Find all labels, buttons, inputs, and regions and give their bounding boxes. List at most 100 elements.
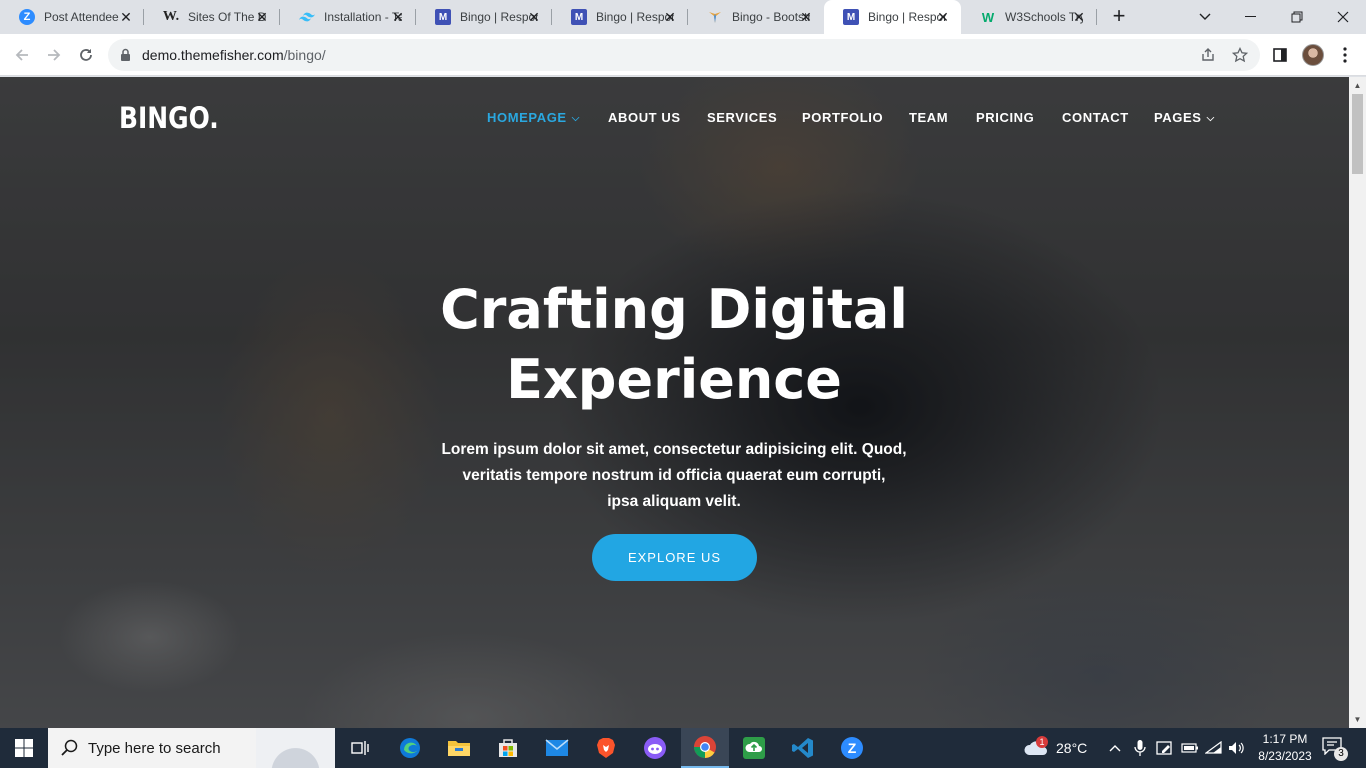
mail-icon[interactable]	[533, 728, 581, 768]
battery-icon[interactable]	[1181, 728, 1199, 768]
m-icon: M	[843, 9, 859, 25]
clock-time: 1:17 PM	[1262, 732, 1308, 746]
browser-tab[interactable]: W W3Schools Tryit ✕	[961, 0, 1097, 34]
close-icon[interactable]: ✕	[254, 9, 270, 25]
task-view-icon[interactable]	[336, 728, 384, 768]
close-icon[interactable]: ✕	[935, 9, 951, 25]
start-button[interactable]	[0, 728, 48, 768]
side-panel-icon	[1273, 48, 1287, 62]
brave-glyph	[597, 738, 615, 758]
task-view-glyph	[351, 741, 369, 755]
discord-glyph	[644, 737, 666, 759]
reload-icon	[80, 49, 92, 61]
lock-icon	[121, 48, 130, 61]
tab-search-button[interactable]	[1182, 0, 1228, 34]
discord-icon[interactable]	[631, 728, 679, 768]
explore-us-button[interactable]: EXPLORE US	[592, 534, 757, 581]
hero-text-line: Lorem ipsum dolor sit amet, consectetur …	[441, 441, 907, 458]
browser-tab[interactable]: M Bingo | Responsive ✕	[416, 0, 552, 34]
zoom-icon: Z	[19, 9, 35, 25]
system-clock[interactable]: 1:17 PM 8/23/2023	[1250, 731, 1320, 765]
menu-button[interactable]	[1335, 45, 1355, 65]
cloud-upload-glyph	[743, 737, 765, 759]
vscode-icon[interactable]	[779, 728, 827, 768]
browser-tab[interactable]: W. Sites Of The Day ✕	[144, 0, 280, 34]
wifi-icon[interactable]	[1205, 728, 1223, 768]
windows-icon	[15, 739, 33, 757]
address-bar[interactable]: demo.themefisher.com/bingo/	[108, 39, 1260, 71]
nav-item-services[interactable]: SERVICES	[707, 110, 777, 125]
notification-center[interactable]: 3	[1322, 737, 1348, 761]
search-icon	[61, 739, 78, 756]
minimize-icon	[1245, 16, 1256, 17]
site-logo[interactable]: BINGO.	[119, 101, 219, 135]
nav-item-contact[interactable]: CONTACT	[1062, 110, 1129, 125]
close-icon[interactable]: ✕	[390, 9, 406, 25]
nav-item-homepage[interactable]: HOMEPAGE ⌵	[487, 110, 580, 125]
close-icon	[1337, 11, 1349, 23]
close-icon[interactable]: ✕	[118, 9, 134, 25]
forward-button[interactable]	[40, 41, 68, 69]
battery-glyph	[1181, 743, 1198, 753]
microphone-icon[interactable]	[1134, 728, 1146, 768]
scroll-up-icon[interactable]: ▲	[1349, 77, 1366, 94]
zoom-icon[interactable]: Z	[828, 728, 876, 768]
browser-tab[interactable]: M Bingo | Responsive ✕	[552, 0, 688, 34]
mic-glyph	[1134, 740, 1146, 756]
reload-button[interactable]	[72, 41, 100, 69]
taskbar: Type here to search Z 1 28°C 1:17 PM 8/2…	[0, 728, 1366, 768]
close-window-button[interactable]	[1320, 0, 1366, 34]
volume-icon[interactable]	[1228, 728, 1246, 768]
wifi-glyph	[1205, 741, 1222, 754]
avatar[interactable]	[1302, 44, 1324, 66]
url-host: demo.themefisher.com	[142, 47, 284, 63]
hero-text-line: veritatis tempore nostrum id officia qua…	[462, 467, 886, 484]
bootstrap-icon	[707, 9, 723, 25]
tab-separator	[1096, 9, 1097, 25]
nav-label: HOMEPAGE	[487, 110, 567, 125]
url-text: demo.themefisher.com/bingo/	[142, 47, 326, 63]
nav-item-team[interactable]: TEAM	[909, 110, 948, 125]
star-icon[interactable]	[1232, 47, 1248, 63]
close-icon[interactable]: ✕	[798, 9, 814, 25]
page-scrollbar[interactable]: ▲ ▼	[1349, 77, 1366, 728]
browser-tab-active[interactable]: M Bingo | Responsive ✕	[824, 0, 961, 34]
taskbar-search[interactable]: Type here to search	[48, 728, 335, 768]
edge-icon[interactable]	[386, 728, 434, 768]
new-tab-button[interactable]: +	[1107, 5, 1131, 29]
m-icon: M	[571, 9, 587, 25]
brave-icon[interactable]	[582, 728, 630, 768]
chevron-up-icon	[1109, 745, 1121, 752]
hero-text-line: ipsa aliquam velit.	[607, 493, 741, 510]
store-icon[interactable]	[484, 728, 532, 768]
restore-icon	[1291, 11, 1303, 23]
weather-widget[interactable]: 1 28°C	[1024, 728, 1087, 768]
share-icon[interactable]	[1200, 47, 1216, 63]
minimize-button[interactable]	[1228, 0, 1274, 34]
file-explorer-icon[interactable]	[435, 728, 483, 768]
vscode-glyph	[792, 738, 813, 758]
restore-button[interactable]	[1274, 0, 1320, 34]
side-panel-button[interactable]	[1270, 45, 1290, 65]
network-pen-icon[interactable]	[1156, 728, 1174, 768]
nav-item-about-us[interactable]: ABOUT US	[608, 110, 681, 125]
show-hidden-icons[interactable]	[1109, 728, 1121, 768]
nav-item-pages[interactable]: PAGES ⌵	[1154, 110, 1215, 125]
nav-item-portfolio[interactable]: PORTFOLIO	[802, 110, 883, 125]
url-path: /bingo/	[283, 47, 326, 63]
back-button[interactable]	[8, 41, 36, 69]
chrome-icon[interactable]	[681, 728, 729, 768]
nav-item-pricing[interactable]: PRICING	[976, 110, 1034, 125]
scroll-down-icon[interactable]: ▼	[1349, 711, 1366, 728]
browser-tab[interactable]: Z Post Attendee ✕	[0, 0, 144, 34]
scrollbar-thumb[interactable]	[1352, 94, 1363, 174]
browser-tab[interactable]: Installation - Tailwind ✕	[280, 0, 416, 34]
hero-title: Crafting Digital Experience	[374, 275, 974, 415]
close-icon[interactable]: ✕	[526, 9, 542, 25]
cloud-upload-icon[interactable]	[730, 728, 778, 768]
browser-tab[interactable]: Bingo - Bootstrap ✕	[688, 0, 824, 34]
volume-glyph	[1229, 742, 1244, 754]
close-icon[interactable]: ✕	[1071, 9, 1087, 25]
clock-date: 8/23/2023	[1258, 749, 1312, 763]
close-icon[interactable]: ✕	[662, 9, 678, 25]
